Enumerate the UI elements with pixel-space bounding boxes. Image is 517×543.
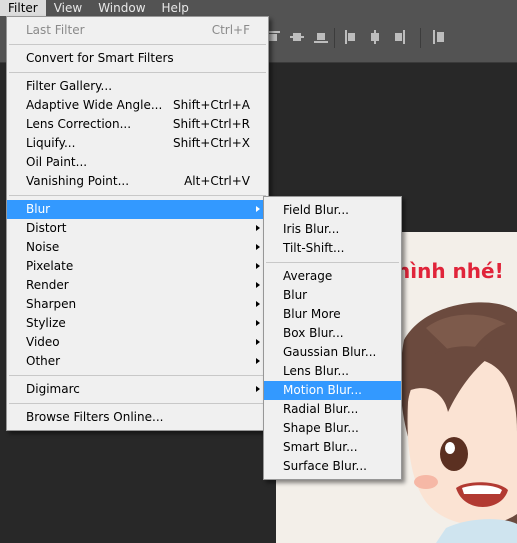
menu-divider [9,195,266,196]
align-buttons-vertical [344,30,406,44]
separator [420,28,421,48]
menu-item-adaptive-wide-angle[interactable]: Adaptive Wide Angle... Shift+Ctrl+A [7,96,268,115]
menu-item-lens-correction[interactable]: Lens Correction... Shift+Ctrl+R [7,115,268,134]
menu-item-noise[interactable]: Noise [7,238,268,257]
menu-item-gaussian-blur[interactable]: Gaussian Blur... [264,343,401,362]
menu-item-blur[interactable]: Blur [7,200,268,219]
menu-item-motion-blur[interactable]: Motion Blur... [264,381,401,400]
menu-item-tilt-shift[interactable]: Tilt-Shift... [264,239,401,258]
submenu-arrow-icon [256,386,260,392]
auto-align-group [432,30,446,44]
menu-item-stylize[interactable]: Stylize [7,314,268,333]
menu-item-convert-smart-filters[interactable]: Convert for Smart Filters [7,49,268,68]
menu-item-lens-blur[interactable]: Lens Blur... [264,362,401,381]
filter-menu: Last Filter Ctrl+F Convert for Smart Fil… [6,16,269,431]
menu-item-radial-blur[interactable]: Radial Blur... [264,400,401,419]
menu-item-vanishing-point[interactable]: Vanishing Point... Alt+Ctrl+V [7,172,268,191]
separator [334,28,335,48]
menu-item-iris-blur[interactable]: Iris Blur... [264,220,401,239]
menu-item-sharpen[interactable]: Sharpen [7,295,268,314]
menu-item-box-blur[interactable]: Box Blur... [264,324,401,343]
submenu-arrow-icon [256,320,260,326]
menu-bar: Filter View Window Help [0,0,517,16]
menu-item-field-blur[interactable]: Field Blur... [264,201,401,220]
blur-submenu: Field Blur... Iris Blur... Tilt-Shift...… [263,196,402,480]
menu-item-surface-blur[interactable]: Surface Blur... [264,457,401,476]
menu-item-pixelate[interactable]: Pixelate [7,257,268,276]
menu-item-distort[interactable]: Distort [7,219,268,238]
menu-item-average[interactable]: Average [264,267,401,286]
menu-divider [266,262,399,263]
menu-item-last-filter: Last Filter Ctrl+F [7,21,268,40]
shortcut-label: Shift+Ctrl+X [173,136,250,150]
shortcut-label: Ctrl+F [211,23,250,37]
menu-item-digimarc[interactable]: Digimarc [7,380,268,399]
menu-item-blur-basic[interactable]: Blur [264,286,401,305]
menu-item-browse-filters-online[interactable]: Browse Filters Online... [7,408,268,427]
align-buttons-horizontal [266,30,328,44]
menu-window[interactable]: Window [90,0,153,16]
menu-item-liquify[interactable]: Liquify... Shift+Ctrl+X [7,134,268,153]
auto-align-layers-icon[interactable] [432,30,446,44]
submenu-arrow-icon [256,282,260,288]
menu-divider [9,72,266,73]
align-horizontal-centers-icon[interactable] [368,30,382,44]
submenu-arrow-icon [256,301,260,307]
submenu-arrow-icon [256,358,260,364]
submenu-arrow-icon [256,206,260,212]
menu-divider [9,403,266,404]
menu-item-blur-more[interactable]: Blur More [264,305,401,324]
submenu-arrow-icon [256,225,260,231]
menu-filter[interactable]: Filter [0,0,46,16]
align-vertical-centers-icon[interactable] [290,30,304,44]
menu-help[interactable]: Help [154,0,197,16]
menu-item-oil-paint[interactable]: Oil Paint... [7,153,268,172]
menu-divider [9,44,266,45]
menu-divider [9,375,266,376]
menu-item-filter-gallery[interactable]: Filter Gallery... [7,77,268,96]
menu-item-video[interactable]: Video [7,333,268,352]
shortcut-label: Alt+Ctrl+V [184,174,250,188]
menu-item-render[interactable]: Render [7,276,268,295]
submenu-arrow-icon [256,339,260,345]
submenu-arrow-icon [256,263,260,269]
menu-item-shape-blur[interactable]: Shape Blur... [264,419,401,438]
menu-item-other[interactable]: Other [7,352,268,371]
menu-item-smart-blur[interactable]: Smart Blur... [264,438,401,457]
align-bottom-edges-icon[interactable] [314,30,328,44]
menu-view[interactable]: View [46,0,90,16]
submenu-arrow-icon [256,244,260,250]
align-right-edges-icon[interactable] [392,30,406,44]
align-left-edges-icon[interactable] [344,30,358,44]
shortcut-label: Shift+Ctrl+R [172,117,250,131]
shortcut-label: Shift+Ctrl+A [173,98,250,112]
